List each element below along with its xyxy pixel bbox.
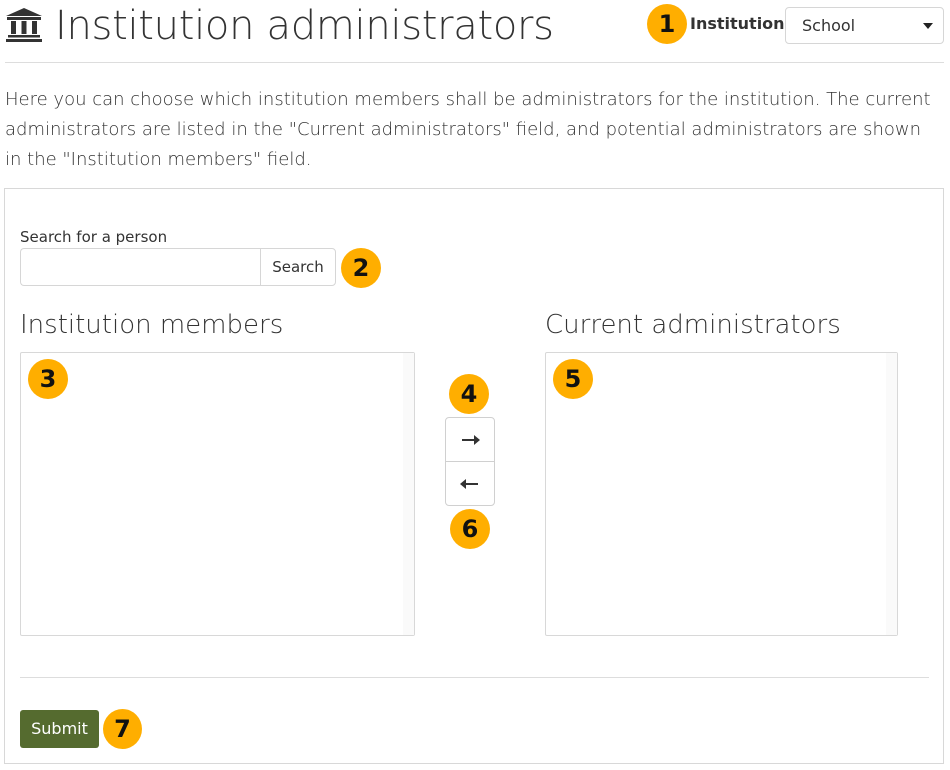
callout-badge-4: 4 <box>449 374 489 414</box>
institution-label: Institution <box>690 14 785 33</box>
arrow-left-icon <box>460 479 478 489</box>
callout-badge-5: 5 <box>553 359 593 399</box>
current-administrators-listbox[interactable] <box>545 352 898 636</box>
members-scrollbar[interactable] <box>403 353 414 635</box>
institution-select[interactable]: School <box>785 7 944 44</box>
callout-badge-3: 3 <box>28 359 68 399</box>
callout-badge-2: 2 <box>341 248 381 288</box>
arrow-right-icon <box>462 434 480 445</box>
callout-badge-7: 7 <box>103 709 142 749</box>
admins-scrollbar[interactable] <box>886 353 897 635</box>
remove-from-administrators-button[interactable] <box>446 462 494 506</box>
institution-building-icon <box>5 8 43 42</box>
caret-down-icon <box>923 23 933 29</box>
callout-badge-6: 6 <box>450 509 490 549</box>
callout-badge-1: 1 <box>647 4 687 44</box>
move-buttons-group <box>445 417 495 506</box>
add-to-administrators-button[interactable] <box>446 418 494 462</box>
institution-select-value: School <box>802 16 856 35</box>
submit-button[interactable]: Submit <box>20 710 99 748</box>
current-administrators-heading: Current administrators <box>545 310 841 340</box>
header-divider <box>5 62 944 63</box>
page-title: Institution administrators <box>55 3 554 49</box>
form-divider <box>20 677 929 678</box>
search-label: Search for a person <box>20 228 168 246</box>
search-button[interactable]: Search <box>260 248 336 286</box>
institution-members-heading: Institution members <box>20 310 284 340</box>
search-input[interactable] <box>20 248 262 286</box>
intro-description: Here you can choose which institution me… <box>5 89 931 170</box>
institution-members-listbox[interactable] <box>20 352 415 636</box>
